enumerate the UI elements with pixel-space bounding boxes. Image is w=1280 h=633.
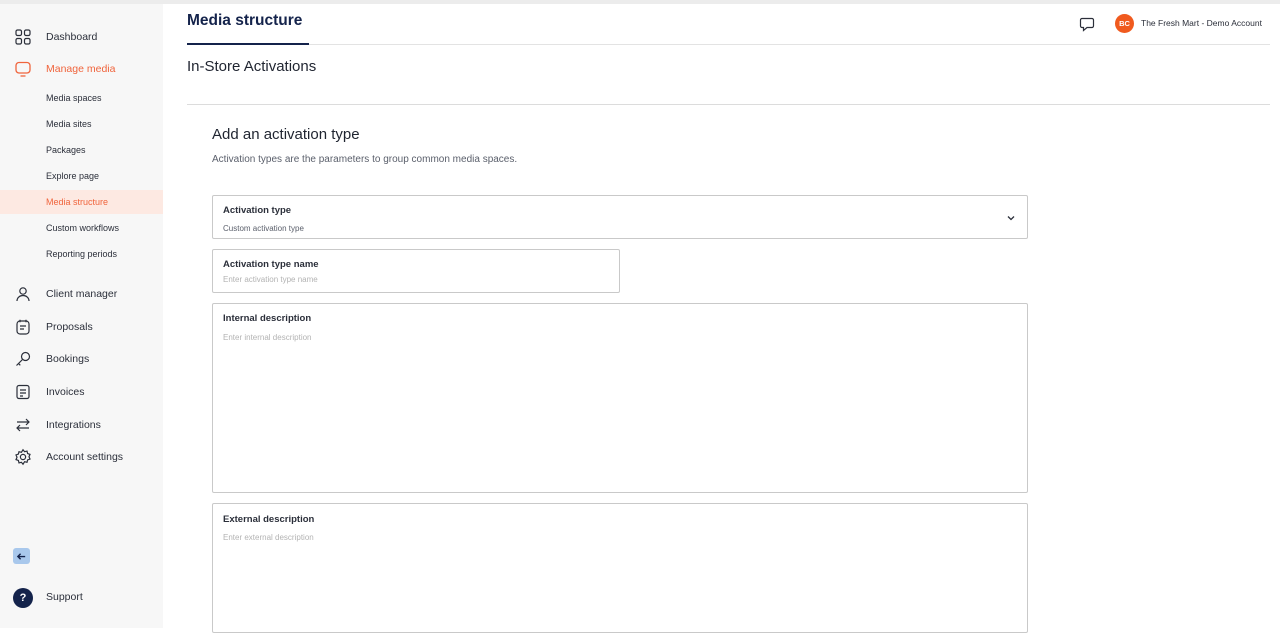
top-border — [0, 0, 1280, 4]
sidebar-item-label: Client manager — [46, 288, 118, 300]
account-name[interactable]: The Fresh Mart - Demo Account — [1141, 18, 1262, 28]
sidebar-subitem-label: Explore page — [46, 171, 100, 181]
sidebar-item-label: Proposals — [46, 321, 93, 333]
sidebar-subitem-media-sites[interactable]: Media sites — [0, 112, 163, 136]
collapse-sidebar-button[interactable] — [13, 548, 30, 564]
sidebar-item-label: Integrations — [46, 419, 101, 431]
dashboard-grid-icon — [14, 28, 32, 46]
arrows-exchange-icon — [14, 416, 32, 434]
external-description-field[interactable]: External description Enter external desc… — [212, 503, 1028, 633]
internal-description-placeholder: Enter internal description — [223, 333, 312, 342]
activation-type-name-placeholder: Enter activation type name — [223, 275, 318, 284]
proposals-icon — [14, 318, 32, 336]
external-description-label: External description — [223, 514, 315, 525]
activation-type-name-field[interactable]: Activation type name Enter activation ty… — [212, 249, 620, 293]
sidebar-subitem-packages[interactable]: Packages — [0, 138, 163, 162]
activation-type-name-label: Activation type name — [223, 259, 319, 270]
sidebar-item-label: Manage media — [46, 63, 116, 75]
sidebar-subitem-label: Reporting periods — [46, 249, 118, 259]
active-tab-indicator — [187, 43, 309, 45]
chat-icon[interactable] — [1079, 16, 1095, 32]
sidebar-subitem-label: Packages — [46, 145, 86, 155]
help-circle-icon[interactable]: ? — [13, 588, 33, 608]
gear-icon — [14, 448, 32, 466]
sidebar-subitem-label: Media structure — [46, 197, 109, 207]
activation-type-select[interactable]: Activation type Custom activation type — [212, 195, 1028, 239]
form-description: Activation types are the parameters to g… — [212, 154, 518, 165]
support-link[interactable]: Support — [46, 591, 83, 603]
sidebar-subitem-label: Custom workflows — [46, 223, 120, 233]
tab-media-structure[interactable]: Media structure — [187, 12, 302, 30]
sidebar-item-label: Invoices — [46, 386, 85, 398]
monitor-icon — [14, 60, 32, 78]
internal-description-field[interactable]: Internal description Enter internal desc… — [212, 303, 1028, 493]
arrow-left-icon — [16, 552, 26, 560]
header-divider — [187, 44, 1270, 45]
user-icon — [14, 285, 32, 303]
external-description-placeholder: Enter external description — [223, 533, 314, 542]
invoice-icon — [14, 383, 32, 401]
internal-description-label: Internal description — [223, 313, 312, 324]
sidebar-item-label: Bookings — [46, 353, 90, 365]
sidebar-subitem-custom-workflows[interactable]: Custom workflows — [0, 216, 163, 240]
sidebar-subitem-media-spaces[interactable]: Media spaces — [0, 86, 163, 110]
sidebar-item-integrations[interactable]: Integrations — [0, 412, 163, 438]
page-title: In-Store Activations — [187, 58, 317, 75]
sidebar-item-account-settings[interactable]: Account settings — [0, 444, 163, 470]
sidebar-subitem-reporting-periods[interactable]: Reporting periods — [0, 242, 163, 266]
sidebar-subitem-media-structure[interactable]: Media structure — [0, 190, 163, 214]
sidebar-item-bookings[interactable]: Bookings — [0, 346, 163, 372]
form-heading: Add an activation type — [212, 126, 360, 143]
sidebar-item-label: Dashboard — [46, 31, 98, 43]
sidebar-subitem-explore-page[interactable]: Explore page — [0, 164, 163, 188]
chevron-down-icon — [1007, 216, 1015, 221]
sidebar-item-invoices[interactable]: Invoices — [0, 379, 163, 405]
avatar[interactable]: BC — [1115, 14, 1134, 33]
title-divider — [187, 104, 1270, 105]
sidebar-item-client-manager[interactable]: Client manager — [0, 281, 163, 307]
sidebar: Dashboard Manage media Media spaces Medi… — [0, 4, 163, 628]
sidebar-subitem-label: Media spaces — [46, 93, 102, 103]
sidebar-subitem-label: Media sites — [46, 119, 92, 129]
sidebar-item-proposals[interactable]: Proposals — [0, 314, 163, 340]
key-icon — [14, 350, 32, 368]
sidebar-item-manage-media[interactable]: Manage media — [0, 56, 163, 82]
sidebar-item-label: Account settings — [46, 451, 124, 463]
activation-type-value: Custom activation type — [223, 224, 304, 233]
activation-type-label: Activation type — [223, 205, 292, 216]
sidebar-item-dashboard[interactable]: Dashboard — [0, 24, 163, 50]
